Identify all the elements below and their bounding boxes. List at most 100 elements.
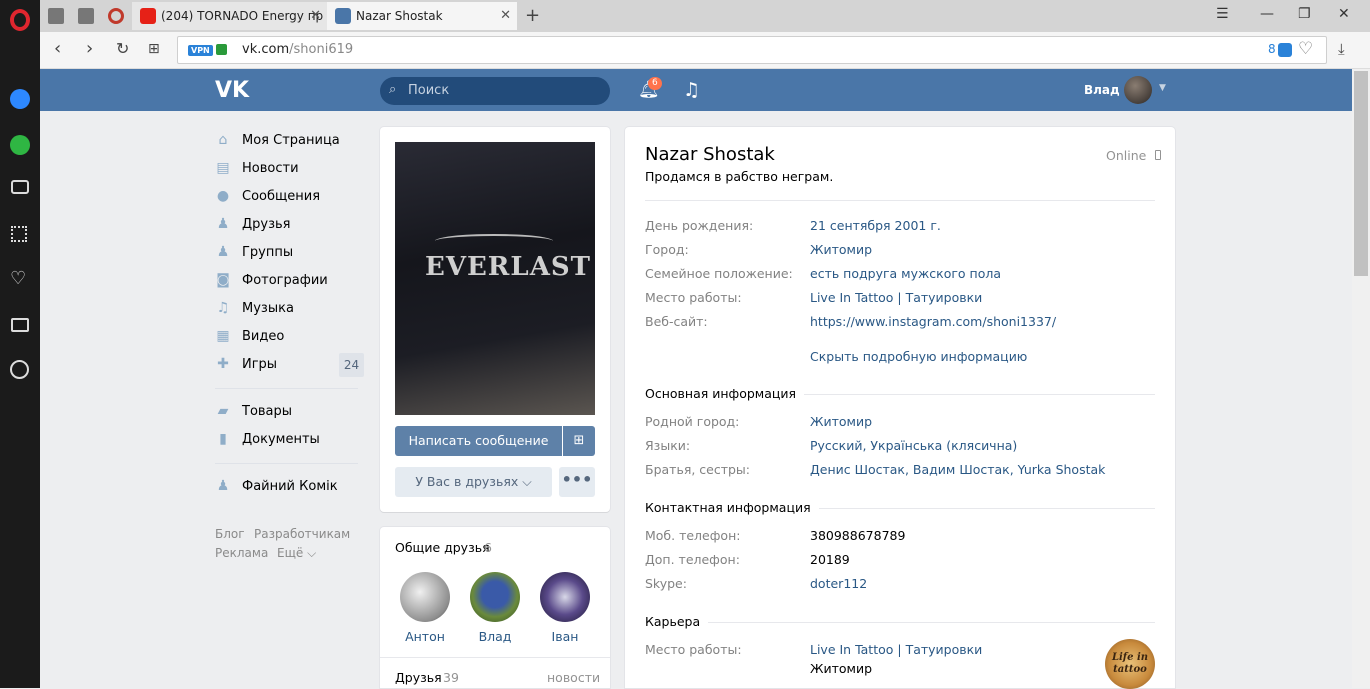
friends-news-link[interactable]: новости [547,670,600,685]
tab-youtube[interactable]: (204) TORNADO Energy пр ✕ [132,2,327,30]
friend-status-button[interactable]: У Вас в друзьях ⌵ [395,467,552,497]
speed-dial-icon[interactable] [11,226,27,242]
friend-item[interactable]: Антон [395,572,455,644]
menu-games[interactable]: ✚ Игры [215,352,277,376]
scrollbar[interactable] [1352,69,1370,688]
friend-name[interactable]: Антон [395,629,455,644]
info-value[interactable]: Live In Tattoo | Татуировки [810,642,982,657]
footer-devs[interactable]: Разработчикам [254,527,350,541]
search-input[interactable]: ⌕ Поиск [380,77,610,105]
info-value[interactable]: 21 сентября 2001 г. [810,218,941,233]
lock-icon[interactable] [216,44,227,55]
info-value[interactable]: Денис Шостак, Вадим Шостак, Yurka Shosta… [810,462,1105,477]
friend-avatar[interactable] [470,572,520,622]
menu-label: Товары [242,403,293,419]
close-window-icon[interactable]: ✕ [1338,6,1350,22]
history-icon[interactable] [10,360,29,379]
friend-name[interactable]: Іван [535,629,595,644]
tabs-grid-icon[interactable]: ⊞ [148,40,160,58]
menu-music[interactable]: ♫ Музыка [215,296,294,320]
tab-label: (204) TORNADO Energy пр [161,9,324,23]
info-value[interactable]: Русский, Українська (клясична) [810,438,1017,453]
page-icon [48,8,64,24]
friends-title[interactable]: Друзья [395,670,442,685]
menu-photos[interactable]: ◙ Фотографии [215,268,328,292]
footer-ads[interactable]: Реклама [215,546,268,560]
tab-vk-active[interactable]: Nazar Shostak ✕ [327,2,517,30]
shirt-graphic [435,234,553,248]
section-career-title: Карьера [645,614,709,629]
url-text[interactable]: vk.com/shoni619 [242,42,353,57]
info-label: Веб-сайт: [645,314,708,329]
menu-label: Музыка [242,300,294,316]
heart-icon[interactable]: ♡ [10,268,26,289]
download-icon[interactable]: ⤓ [1338,40,1345,58]
tab-2[interactable] [70,2,100,30]
info-label: Доп. телефон: [645,552,740,567]
bookmark-heart-icon[interactable]: ♡ [1298,39,1313,59]
friend-item[interactable]: Влад [465,572,525,644]
menu-group-comic[interactable]: ♟ Файний Комік [215,474,338,498]
divider [645,622,1155,623]
avatar[interactable] [1124,76,1152,104]
friend-avatar[interactable] [400,572,450,622]
menu-my-page[interactable]: ⌂ Моя Страница [215,128,340,152]
info-value[interactable]: есть подруга мужского пола [810,266,1001,281]
user-name[interactable]: Влад [1084,83,1120,97]
info-value[interactable]: doter112 [810,576,867,591]
info-value[interactable]: Житомир [810,414,872,429]
menu-video[interactable]: ▦ Видео [215,324,284,348]
scrollbar-thumb[interactable] [1354,71,1368,276]
more-actions-button[interactable]: ••• [559,467,595,497]
friend-name[interactable]: Влад [465,629,525,644]
news-feed-icon[interactable] [11,318,29,332]
info-value[interactable]: Live In Tattoo | Татуировки [810,290,982,305]
info-value[interactable]: https://www.instagram.com/shoni1337/ [810,314,1056,329]
games-count-badge[interactable]: 24 [339,353,364,377]
gift-icon[interactable]: ⊞ [563,426,595,456]
reload-icon[interactable]: ↻ [116,40,129,58]
menu-documents[interactable]: ▮ Документы [215,427,320,451]
menu-goods[interactable]: ▰ Товары [215,399,292,423]
hide-details-link[interactable]: Скрыть подробную информацию [810,349,1027,364]
tab-menu-icon[interactable]: ☰ [1216,6,1229,22]
menu-groups[interactable]: ♟ Группы [215,240,293,264]
back-icon[interactable]: ‹ [54,40,61,58]
footer-blog[interactable]: Блог [215,527,245,541]
tab-3[interactable] [100,2,132,30]
restore-icon[interactable]: ❐ [1298,6,1311,22]
vpn-badge[interactable]: VPN [188,45,213,56]
forward-icon[interactable]: › [86,40,93,58]
whatsapp-icon[interactable] [10,135,30,155]
minimize-icon[interactable]: — [1260,6,1274,22]
menu-label: Фотографии [242,272,328,288]
music-icon[interactable]: ♫ [683,79,700,101]
menu-messages[interactable]: ● Сообщения [215,184,320,208]
menu-label: Документы [242,431,320,447]
close-icon[interactable]: ✕ [500,8,511,23]
tab-1[interactable] [40,2,70,30]
profile-photo[interactable]: EVERLAST [395,142,595,415]
friend-item[interactable]: Іван [535,572,595,644]
opera-logo-icon[interactable] [10,9,30,31]
vk-logo-icon[interactable]: VK [215,78,249,103]
opera-sidebar: ♡ [0,0,40,688]
close-icon[interactable]: ✕ [310,8,321,23]
info-value[interactable]: Житомир [810,242,872,257]
menu-news[interactable]: ▤ Новости [215,156,298,180]
camera-icon[interactable] [11,180,29,194]
info-label: Родной город: [645,414,740,429]
mutual-friends-title[interactable]: Общие друзья [395,540,490,555]
messenger-icon[interactable] [10,89,30,109]
footer-more[interactable]: Ещё ⌵ [277,546,316,561]
friend-avatar[interactable] [540,572,590,622]
url-path: /shoni619 [289,42,354,57]
company-logo[interactable]: Life in tattoo [1105,639,1155,689]
url-field[interactable]: VPN vk.com/shoni619 8 ♡ [177,36,1327,64]
adblock-icon[interactable] [1278,43,1292,57]
new-tab-button[interactable]: + [525,5,540,26]
info-label: Братья, сестры: [645,462,751,477]
send-message-button[interactable]: Написать сообщение [395,426,562,456]
menu-friends[interactable]: ♟ Друзья [215,212,291,236]
chevron-down-icon[interactable]: ▼ [1159,83,1166,93]
